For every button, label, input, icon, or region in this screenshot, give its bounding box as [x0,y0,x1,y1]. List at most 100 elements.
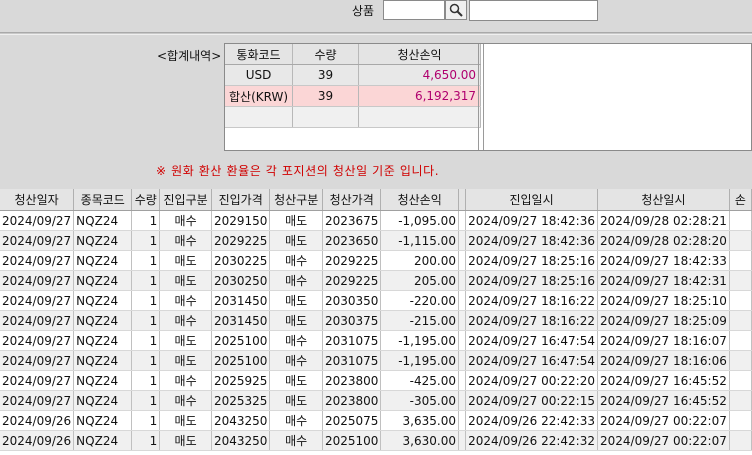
cell-entry-time: 2024/09/27 00:22:15 [465,390,598,411]
cell-exit-price: 2029225 [322,250,382,271]
table-row[interactable]: 2024/09/27 NQZ24 1 매도 2030250 매수 2029225 205.00… [0,270,752,291]
cell-truncated [729,270,752,291]
cell-spacer [458,330,467,351]
cell-entry-time: 2024/09/27 18:42:36 [465,210,598,231]
empty-cell [225,106,294,128]
cell-pnl: -1,195.00 [380,350,459,371]
cell-spacer [458,370,467,391]
col-header-exit-price[interactable]: 청산가격 [322,189,382,211]
col-header-exit-time[interactable]: 청산일시 [597,189,730,211]
cell-pnl: -1,195.00 [380,330,459,351]
col-header-close-date[interactable]: 청산일자 [0,189,75,211]
cell-truncated [729,370,752,391]
cell-truncated [729,250,752,271]
summary-header-pnl[interactable]: 청산손익 [358,44,482,65]
cell-exit-time: 2024/09/27 18:42:31 [597,270,730,291]
cell-entry-type: 매도 [159,430,212,451]
exchange-rate-notice: ※ 원화 환산 환율은 각 포지션의 청산일 기준 입니다. [156,164,440,178]
col-header-qty[interactable]: 수량 [131,189,161,211]
cell-exit-type: 매도 [269,370,323,391]
col-header-entry-type[interactable]: 진입구분 [159,189,212,211]
summary-row-empty [225,106,482,128]
col-header-exit-type[interactable]: 청산구분 [269,189,323,211]
cell-entry-time: 2024/09/27 00:22:20 [465,370,598,391]
cell-entry-time: 2024/09/27 16:47:54 [465,330,598,351]
col-header-entry-price[interactable]: 진입가격 [211,189,271,211]
cell-entry-time: 2024/09/27 16:47:54 [465,350,598,371]
cell-entry-price: 2043250 [211,410,271,431]
cell-exit-time: 2024/09/28 02:28:20 [597,230,730,251]
table-row[interactable]: 2024/09/27 NQZ24 1 매도 2025100 매수 2031075 -1,195… [0,330,752,351]
cell-exit-price: 2029225 [322,270,382,291]
cell-pnl: -215.00 [380,310,459,331]
cell-qty: 1 [131,370,161,391]
cell-truncated [729,290,752,311]
cell-entry-time: 2024/09/27 18:42:36 [465,230,598,251]
product-name-field [469,0,598,21]
cell-entry-type: 매수 [159,210,212,231]
cell-exit-price: 2023800 [322,370,382,391]
summary-qty: 39 [292,64,360,86]
cell-entry-price: 2030225 [211,250,271,271]
table-row[interactable]: 2024/09/27 NQZ24 1 매도 2030225 매수 2029225 200.00… [0,250,752,271]
table-row[interactable]: 2024/09/27 NQZ24 1 매도 2025100 매수 2031075 -1,195… [0,350,752,371]
col-header-truncated[interactable]: 손 [729,189,752,211]
cell-entry-type: 매도 [159,250,212,271]
summary-pnl: 6,192,317 [358,85,482,107]
cell-symbol: NQZ24 [73,210,133,231]
summary-row-krw[interactable]: 합산(KRW) 39 6,192,317 [225,85,482,107]
table-row[interactable]: 2024/09/27 NQZ24 1 매수 2025325 매도 2023800 -305.0… [0,390,752,411]
summary-table: 통화코드 수량 청산손익 USD 39 4,650.00 합산(KRW) 39 … [224,43,752,151]
cell-entry-time: 2024/09/27 18:16:22 [465,310,598,331]
cell-symbol: NQZ24 [73,290,133,311]
cell-exit-price: 2031075 [322,330,382,351]
cell-qty: 1 [131,270,161,291]
cell-exit-time: 2024/09/27 16:45:52 [597,390,730,411]
summary-currency: 합산(KRW) [225,85,294,107]
table-row[interactable]: 2024/09/27 NQZ24 1 매수 2029150 매도 2023675 -1,095… [0,210,752,231]
cell-exit-type: 매도 [269,210,323,231]
cell-entry-time: 2024/09/26 22:42:32 [465,430,598,451]
cell-exit-price: 2030375 [322,310,382,331]
cell-symbol: NQZ24 [73,410,133,431]
product-code-input[interactable] [383,0,445,20]
cell-close-date: 2024/09/27 [0,350,75,371]
table-row[interactable]: 2024/09/26 NQZ24 1 매도 2043250 매수 2025075 3,635.… [0,410,752,431]
summary-header-currency[interactable]: 통화코드 [225,44,294,65]
cell-qty: 1 [131,310,161,331]
cell-symbol: NQZ24 [73,330,133,351]
table-row[interactable]: 2024/09/27 NQZ24 1 매수 2031450 매도 2030375 -215.0… [0,310,752,331]
cell-exit-time: 2024/09/27 18:16:07 [597,330,730,351]
col-header-symbol[interactable]: 종목코드 [73,189,133,211]
product-search-button[interactable] [445,0,467,20]
summary-header-row: 통화코드 수량 청산손익 [225,44,482,65]
cell-entry-price: 2031450 [211,310,271,331]
closed-positions-grid: 청산일자 종목코드 수량 진입구분 진입가격 청산구분 청산가격 청산손익 진입… [0,189,752,455]
cell-truncated [729,210,752,231]
cell-exit-type: 매수 [269,350,323,371]
cell-exit-price: 2030350 [322,290,382,311]
summary-row-usd[interactable]: USD 39 4,650.00 [225,64,482,86]
cell-exit-time: 2024/09/27 18:25:10 [597,290,730,311]
cell-exit-time: 2024/09/28 02:28:21 [597,210,730,231]
cell-truncated [729,330,752,351]
cell-truncated [729,230,752,251]
cell-entry-price: 2025100 [211,350,271,371]
cell-symbol: NQZ24 [73,270,133,291]
cell-qty: 1 [131,210,161,231]
col-header-entry-time[interactable]: 진입일시 [465,189,598,211]
cell-entry-type: 매수 [159,310,212,331]
table-row[interactable]: 2024/09/27 NQZ24 1 매수 2025925 매도 2023800 -425.0… [0,370,752,391]
table-row[interactable]: 2024/09/27 NQZ24 1 매수 2029225 매도 2023650 -1,115… [0,230,752,251]
cell-exit-type: 매도 [269,230,323,251]
table-row[interactable]: 2024/09/26 NQZ24 1 매도 2043250 매수 2025100 3,630.… [0,430,752,451]
col-header-spacer [458,189,467,211]
summary-header-qty[interactable]: 수량 [292,44,360,65]
cell-exit-price: 2025075 [322,410,382,431]
col-header-pnl[interactable]: 청산손익 [380,189,459,211]
column-separator [483,44,484,150]
table-row[interactable]: 2024/09/27 NQZ24 1 매수 2031450 매도 2030350 -220.0… [0,290,752,311]
cell-close-date: 2024/09/26 [0,430,75,451]
cell-pnl: 3,635.00 [380,410,459,431]
cell-entry-type: 매도 [159,330,212,351]
